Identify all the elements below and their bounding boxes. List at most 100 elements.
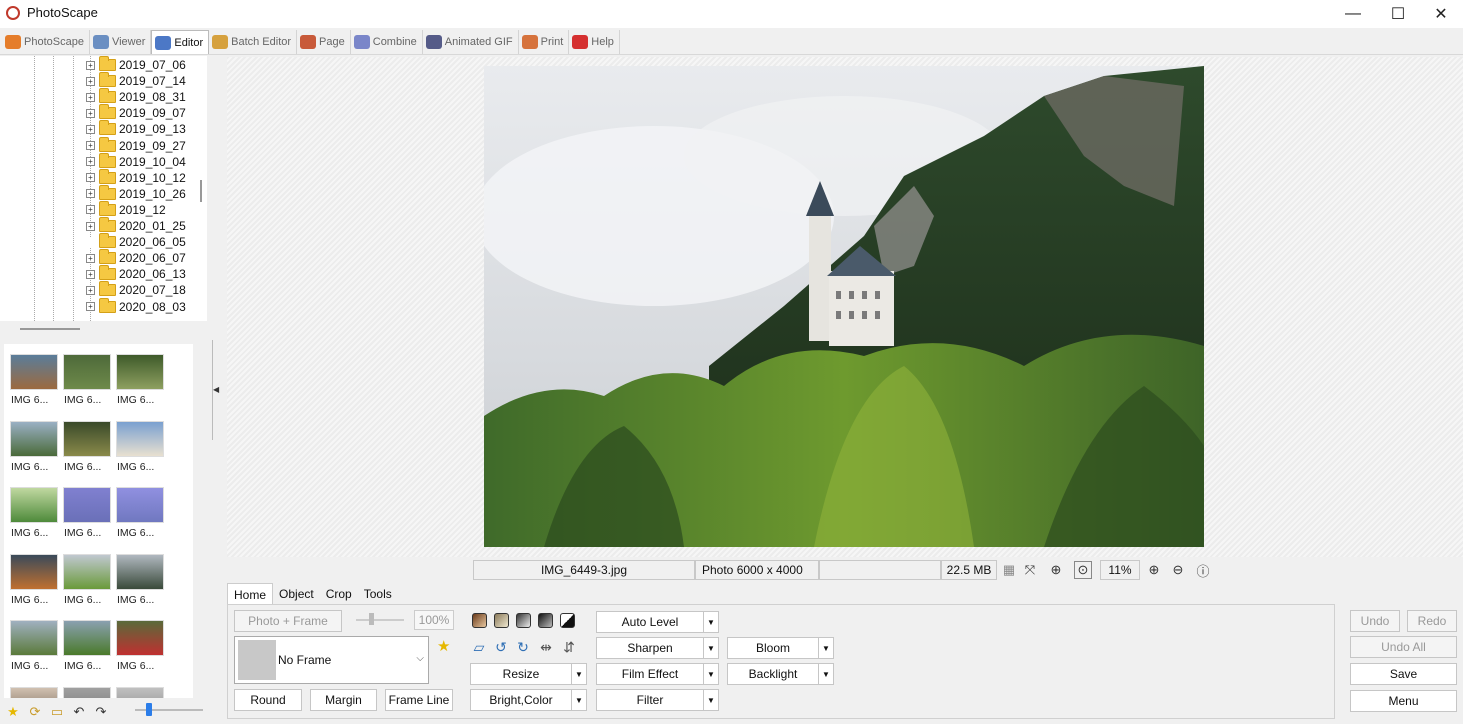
- frame-opacity-value[interactable]: 100%: [414, 610, 454, 630]
- thumbnail-size-slider-knob[interactable]: [146, 703, 152, 716]
- thumbnail-item[interactable]: [62, 679, 112, 698]
- folder-item[interactable]: +2020_08_03: [86, 297, 186, 315]
- expand-plus-icon[interactable]: +: [86, 108, 95, 118]
- folder-item[interactable]: 2020_06_05: [86, 233, 186, 250]
- tone-sepia-icon[interactable]: [472, 613, 487, 628]
- thumbnail-item[interactable]: IMG 6...: [62, 413, 112, 479]
- rotate-photo-icon[interactable]: ▱: [470, 638, 488, 656]
- thumbnail-item[interactable]: IMG 6...: [115, 612, 165, 678]
- info-icon[interactable]: ⓘ: [1194, 561, 1212, 579]
- folder-item[interactable]: +2019_10_12: [86, 168, 186, 186]
- rotate-left-icon[interactable]: ↺: [492, 638, 510, 656]
- backlight-button[interactable]: Backlight: [727, 663, 819, 685]
- frame-line-button[interactable]: Frame Line: [385, 689, 453, 711]
- bloom-dropdown[interactable]: ▼: [818, 637, 834, 659]
- backlight-dropdown[interactable]: ▼: [818, 663, 834, 685]
- thumbnail-item[interactable]: IMG 6...: [9, 413, 59, 479]
- tone-warm-icon[interactable]: [494, 613, 509, 628]
- margin-button[interactable]: Margin: [310, 689, 377, 711]
- tab-combine[interactable]: Combine: [351, 30, 423, 54]
- tab-animated-gif[interactable]: Animated GIF: [423, 30, 519, 54]
- frame-opacity-knob[interactable]: [369, 613, 374, 625]
- open-folder-icon[interactable]: ▭: [49, 704, 65, 720]
- thumbnail-item[interactable]: IMG 6...: [62, 479, 112, 545]
- undo-all-button[interactable]: Undo All: [1350, 636, 1457, 658]
- minimize-button[interactable]: —: [1330, 0, 1376, 28]
- folder-item[interactable]: +2019_10_04: [86, 152, 186, 170]
- thumbnail-item[interactable]: IMG 6...: [115, 413, 165, 479]
- expand-plus-icon[interactable]: +: [86, 76, 95, 86]
- favorite-frame-star-icon[interactable]: ★: [437, 637, 450, 655]
- sharpen-dropdown[interactable]: ▼: [703, 637, 719, 659]
- tone-grayscale-icon[interactable]: [516, 613, 531, 628]
- editor-tab-crop[interactable]: Crop: [320, 583, 358, 605]
- folder-item[interactable]: +2019_07_06: [86, 56, 186, 73]
- expand-plus-icon[interactable]: +: [86, 269, 95, 279]
- tree-horizontal-scrollbar[interactable]: [20, 328, 80, 330]
- auto-level-dropdown[interactable]: ▼: [703, 611, 719, 633]
- thumbnail-item[interactable]: IMG 6...: [62, 346, 112, 412]
- photo-frame-button[interactable]: Photo + Frame: [234, 610, 342, 632]
- expand-plus-icon[interactable]: +: [86, 173, 95, 183]
- thumbnail-item[interactable]: IMG 6...: [9, 546, 59, 612]
- expand-plus-icon[interactable]: +: [86, 60, 95, 70]
- thumbnail-item[interactable]: IMG 6...: [115, 546, 165, 612]
- flip-horizontal-icon[interactable]: ⇹: [537, 638, 555, 656]
- film-effect-button[interactable]: Film Effect: [596, 663, 704, 685]
- flip-vertical-icon[interactable]: ⇵: [560, 638, 578, 656]
- resize-dropdown[interactable]: ▼: [571, 663, 587, 685]
- expand-plus-icon[interactable]: +: [86, 189, 95, 199]
- save-button[interactable]: Save: [1350, 663, 1457, 685]
- zoom-actual-icon[interactable]: ⊕: [1047, 561, 1065, 579]
- auto-level-button[interactable]: Auto Level: [596, 611, 704, 633]
- folder-item[interactable]: +2020_01_25: [86, 217, 186, 234]
- forward-arrow-icon[interactable]: ↷: [93, 704, 109, 720]
- collapse-panel-icon[interactable]: ◀: [213, 385, 219, 394]
- expand-plus-icon[interactable]: +: [86, 92, 95, 102]
- menu-button[interactable]: Menu: [1350, 690, 1457, 712]
- sharpen-button[interactable]: Sharpen: [596, 637, 704, 659]
- tone-negative-icon[interactable]: [560, 613, 575, 628]
- expand-plus-icon[interactable]: +: [86, 205, 95, 215]
- frame-opacity-slider[interactable]: [356, 619, 404, 621]
- folder-item[interactable]: +2019_08_31: [86, 88, 186, 105]
- fit-screen-icon[interactable]: ⤧: [1021, 561, 1039, 579]
- resize-button[interactable]: Resize: [470, 663, 572, 685]
- checker-transparency-icon[interactable]: ▦: [1000, 561, 1018, 579]
- expand-plus-icon[interactable]: +: [86, 253, 95, 263]
- folder-item[interactable]: +2020_06_07: [86, 249, 186, 266]
- thumbnail-item[interactable]: IMG 6...: [115, 479, 165, 545]
- folder-item[interactable]: +2019_07_14: [86, 72, 186, 89]
- redo-button[interactable]: Redo: [1407, 610, 1457, 632]
- folder-tree[interactable]: +2019_07_06 +2019_07_14 +2019_08_31 +2019_0…: [0, 56, 207, 321]
- thumbnail-item[interactable]: IMG 6...: [115, 346, 165, 412]
- thumbnail-item[interactable]: [9, 679, 59, 698]
- frame-select[interactable]: No Frame ⌵: [234, 636, 429, 684]
- expand-plus-icon[interactable]: +: [86, 285, 95, 295]
- tab-viewer[interactable]: Viewer: [90, 30, 152, 54]
- thumbnail-item[interactable]: [115, 679, 165, 698]
- folder-item[interactable]: +2019_09_07: [86, 104, 186, 121]
- expand-plus-icon[interactable]: +: [86, 124, 95, 134]
- folder-item[interactable]: +2020_06_13: [86, 265, 186, 282]
- photo-preview[interactable]: [484, 66, 1204, 547]
- zoom-in-icon[interactable]: ⊕: [1145, 561, 1163, 579]
- film-effect-dropdown[interactable]: ▼: [703, 663, 719, 685]
- tab-photoscape[interactable]: PhotoScape: [2, 30, 90, 54]
- thumbnail-item[interactable]: IMG 6...: [62, 546, 112, 612]
- zoom-out-icon[interactable]: ⊖: [1169, 561, 1187, 579]
- expand-plus-icon[interactable]: +: [86, 221, 95, 231]
- folder-item[interactable]: +2019_09_13: [86, 120, 186, 137]
- zoom-fit-icon[interactable]: ⊙: [1074, 561, 1092, 579]
- folder-item[interactable]: +2019_10_26: [86, 184, 186, 202]
- undo-button[interactable]: Undo: [1350, 610, 1400, 632]
- maximize-button[interactable]: ☐: [1375, 0, 1421, 28]
- folder-item[interactable]: +2019_09_27: [86, 136, 186, 154]
- folder-item[interactable]: +2019_12: [86, 200, 166, 218]
- thumbnail-item[interactable]: IMG 6...: [9, 479, 59, 545]
- tab-page[interactable]: Page: [297, 30, 351, 54]
- tab-editor[interactable]: Editor: [151, 30, 210, 54]
- expand-plus-icon[interactable]: +: [86, 141, 95, 150]
- tab-print[interactable]: Print: [519, 30, 570, 54]
- tab-batch-editor[interactable]: Batch Editor: [209, 30, 298, 54]
